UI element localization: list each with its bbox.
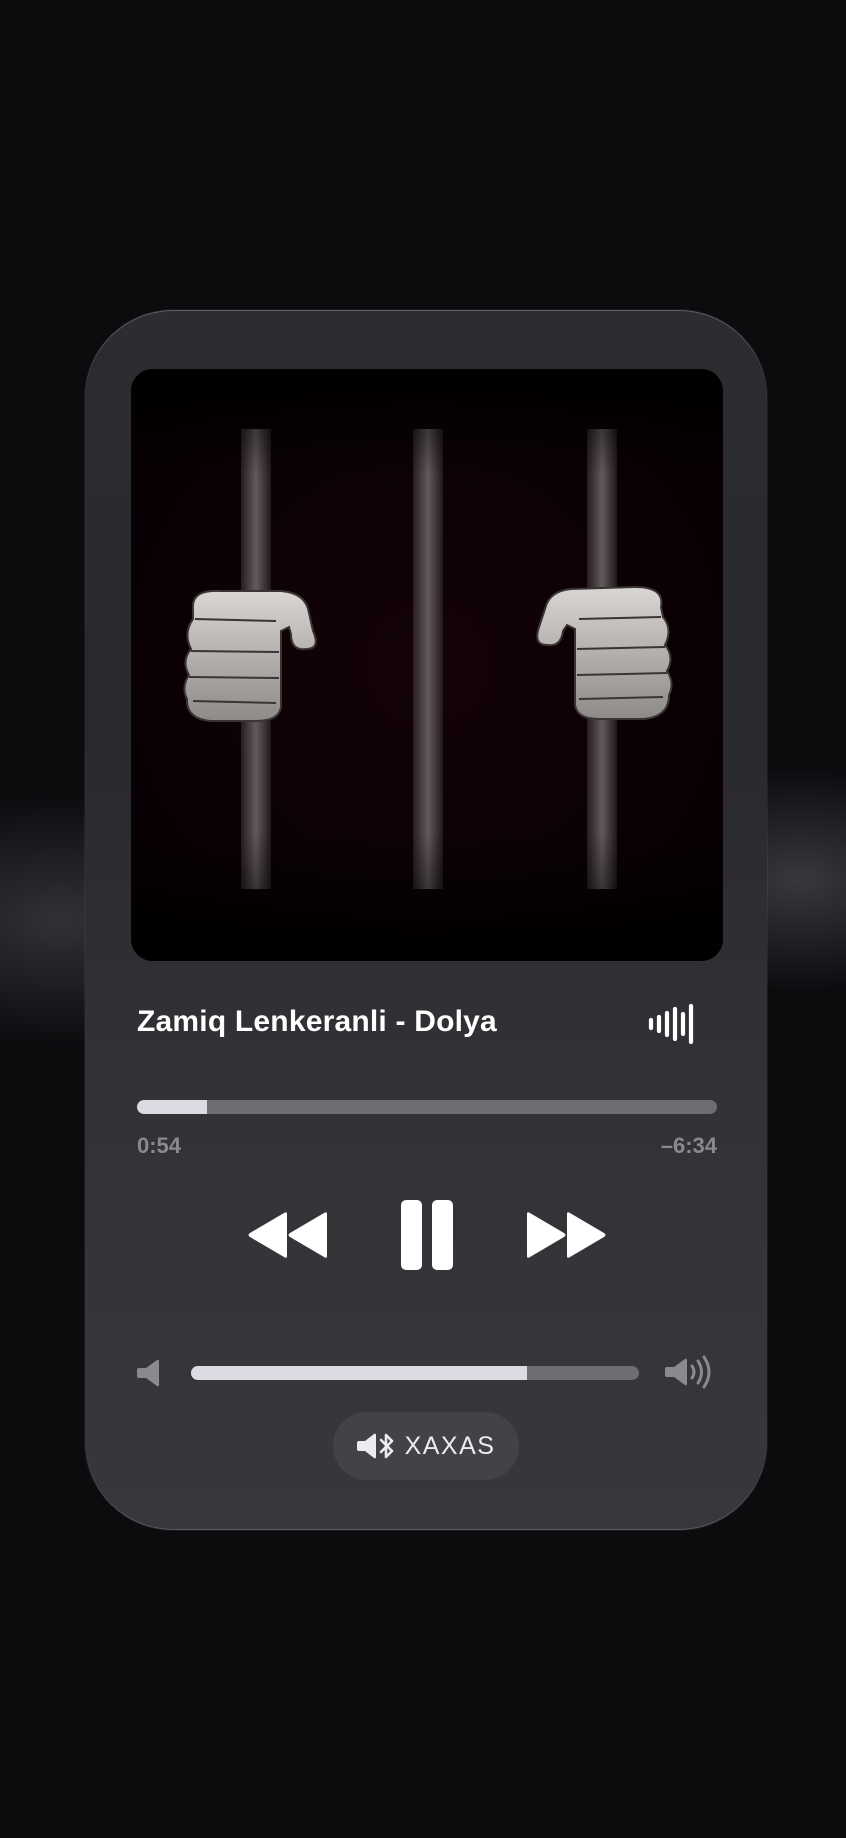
pause-icon	[401, 1200, 453, 1270]
rewind-button[interactable]	[247, 1210, 329, 1260]
volume-fill	[191, 1366, 527, 1380]
pause-button[interactable]	[397, 1198, 457, 1272]
time-elapsed: 0:54	[137, 1133, 182, 1158]
track-title: Zamiq Lenkeranli - Dolya	[137, 1005, 497, 1038]
volume-slider[interactable]	[191, 1366, 639, 1380]
volume-high-icon	[665, 1354, 713, 1390]
now-playing-card: Zamiq Lenkeranli - Dolya 0:54 –6:34 XAXA…	[85, 310, 767, 1530]
album-artwork[interactable]	[131, 369, 723, 961]
waveform-icon[interactable]	[648, 1003, 704, 1045]
fast-forward-button[interactable]	[525, 1210, 607, 1260]
speaker-bluetooth-icon	[356, 1433, 393, 1459]
progress-fill	[137, 1100, 207, 1114]
time-remaining: –6:34	[660, 1133, 717, 1158]
volume-low-icon	[137, 1358, 163, 1388]
audio-output-button[interactable]: XAXAS	[333, 1412, 519, 1480]
rewind-icon	[248, 1212, 327, 1258]
fast-forward-icon	[527, 1212, 606, 1258]
audio-output-label: XAXAS	[404, 1431, 496, 1460]
playback-progress-slider[interactable]	[137, 1100, 717, 1114]
